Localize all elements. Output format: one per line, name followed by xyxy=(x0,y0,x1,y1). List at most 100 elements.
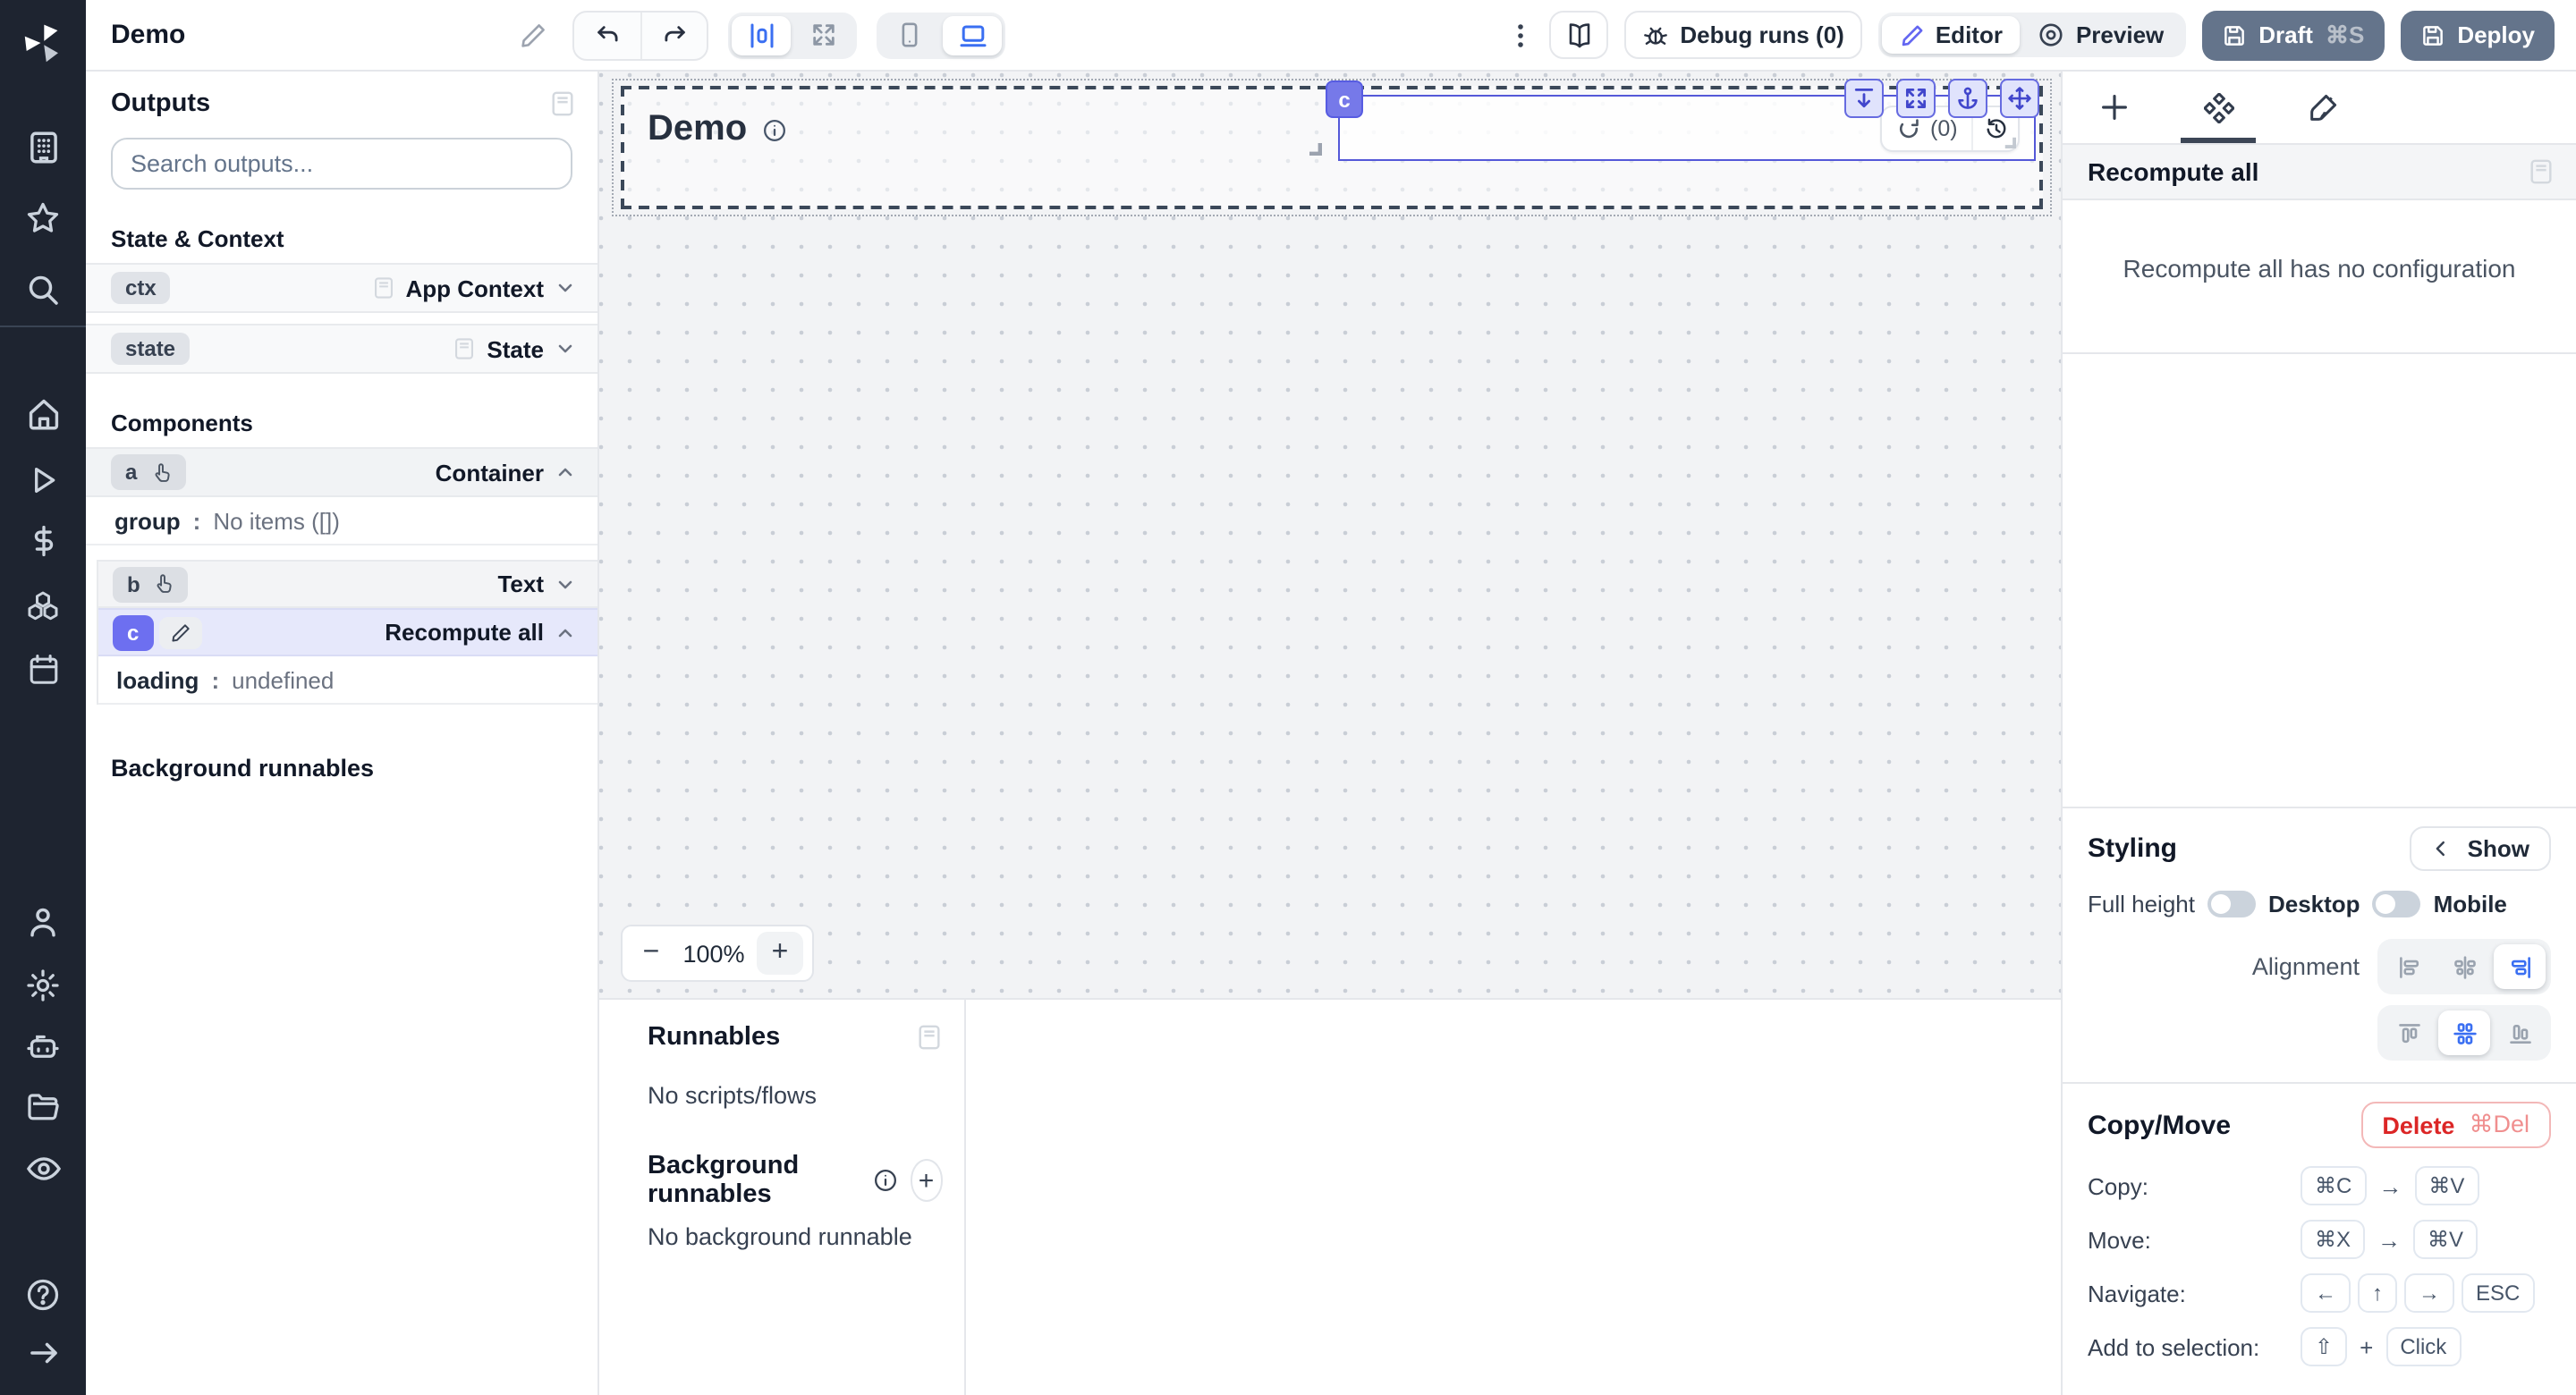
app-canvas[interactable]: Demo c xyxy=(599,72,2061,998)
vertical-align-group xyxy=(2377,1005,2551,1061)
outputs-search[interactable] xyxy=(111,138,572,190)
docs-book-button[interactable] xyxy=(1549,11,1608,59)
styling-brush-tab[interactable] xyxy=(2270,72,2374,143)
components-section-label: Components xyxy=(111,410,572,436)
workspace-icon[interactable] xyxy=(21,125,64,168)
chevron-down-icon[interactable] xyxy=(555,338,576,359)
align-right-button[interactable] xyxy=(2494,944,2546,989)
align-top-button[interactable] xyxy=(2383,1010,2435,1055)
show-styling-button[interactable]: Show xyxy=(2411,826,2551,871)
full-height-label: Full height xyxy=(2088,891,2195,917)
edit-title-pencil-icon[interactable] xyxy=(519,21,547,49)
add-background-runnable-button[interactable]: + xyxy=(910,1159,943,1202)
user-icon[interactable] xyxy=(21,901,64,944)
home-icon[interactable] xyxy=(21,392,64,435)
component-settings-tab[interactable] xyxy=(2166,72,2270,143)
help-icon[interactable] xyxy=(21,1273,64,1316)
ctx-row[interactable]: ctx App Context xyxy=(86,263,597,313)
editor-center: Demo c xyxy=(599,72,2061,1395)
settings-panel: Recompute all Recompute all has no confi… xyxy=(2061,72,2576,1395)
desktop-toggle[interactable] xyxy=(2373,891,2421,917)
component-b-row[interactable]: b Text xyxy=(98,560,597,608)
audit-eye-icon[interactable] xyxy=(21,1146,64,1189)
component-a-row[interactable]: a Container xyxy=(86,447,597,497)
align-center-horizontal-button[interactable] xyxy=(2438,944,2490,989)
preview-tab[interactable]: Preview xyxy=(2021,16,2182,54)
group-value: No items ([]) xyxy=(213,507,340,534)
expand-rail-arrow-icon[interactable] xyxy=(21,1331,64,1374)
loading-output-row[interactable]: loading : undefined xyxy=(98,656,597,705)
draft-button[interactable]: Draft ⌘S xyxy=(2201,10,2384,60)
widget-resize-handle[interactable] xyxy=(2004,136,2017,148)
plus-sep: + xyxy=(2360,1333,2373,1360)
editor-tab[interactable]: Editor xyxy=(1882,16,2021,54)
info-icon[interactable] xyxy=(761,117,786,142)
undo-button[interactable] xyxy=(574,12,640,58)
kbd-up-arrow: ↑ xyxy=(2358,1273,2397,1313)
resources-cubes-icon[interactable] xyxy=(21,585,64,628)
mobile-view-button[interactable] xyxy=(880,15,939,55)
zoom-out-button[interactable]: − xyxy=(631,932,671,975)
delete-shortcut: ⌘Del xyxy=(2469,1111,2529,1139)
component-a-badge: a xyxy=(111,454,185,490)
align-middle-button[interactable] xyxy=(2438,1010,2490,1055)
runnables-doc-icon[interactable] xyxy=(916,1023,943,1052)
full-height-toggle[interactable] xyxy=(2207,891,2256,917)
outputs-doc-icon[interactable] xyxy=(549,89,576,118)
kbd-click: Click xyxy=(2385,1327,2461,1366)
windmill-logo-icon[interactable] xyxy=(0,0,86,86)
info-icon[interactable] xyxy=(872,1168,897,1193)
settings-gear-icon[interactable] xyxy=(21,964,64,1007)
favorites-star-icon[interactable] xyxy=(21,197,64,240)
move-button[interactable] xyxy=(2000,79,2039,118)
group-output-row[interactable]: group : No items ([]) xyxy=(86,497,597,545)
styling-title: Styling xyxy=(2088,833,2177,864)
align-left-button[interactable] xyxy=(2383,944,2435,989)
move-shortcut-row: Move: ⌘X → ⌘V xyxy=(2088,1213,2551,1266)
insert-component-tab[interactable] xyxy=(2063,72,2166,143)
background-runnables-label: Background runnables xyxy=(111,755,572,782)
chevron-down-icon[interactable] xyxy=(555,573,576,595)
chevron-up-icon[interactable] xyxy=(555,461,576,483)
schedules-calendar-icon[interactable] xyxy=(21,647,64,690)
align-bottom-button[interactable] xyxy=(2494,1010,2546,1055)
variables-dollar-icon[interactable] xyxy=(21,519,64,562)
kbd-paste: ⌘V xyxy=(2413,1220,2478,1259)
delete-button[interactable]: Delete ⌘Del xyxy=(2360,1102,2551,1148)
bottom-panel: Runnables No scripts/flows Background ru… xyxy=(599,998,2061,1395)
redo-button[interactable] xyxy=(640,12,707,58)
delete-label: Delete xyxy=(2382,1112,2454,1138)
debug-runs-button[interactable]: Debug runs (0) xyxy=(1624,11,1861,59)
kebab-menu-icon[interactable] xyxy=(1508,21,1533,49)
expand-down-button[interactable] xyxy=(1844,79,1884,118)
desktop-view-button[interactable] xyxy=(943,15,1002,55)
zoom-in-button[interactable]: + xyxy=(757,932,803,975)
chevron-up-icon[interactable] xyxy=(555,621,576,643)
outputs-search-input[interactable] xyxy=(131,150,553,177)
canvas-heading-text: Demo xyxy=(648,109,747,150)
pencil-icon xyxy=(158,616,201,648)
state-row[interactable]: state State xyxy=(86,324,597,374)
full-width-layout-button[interactable] xyxy=(794,15,853,55)
component-c-badge: c xyxy=(113,614,153,650)
fullscreen-button[interactable] xyxy=(1896,79,1936,118)
chevron-down-icon[interactable] xyxy=(555,277,576,299)
ctx-badge: ctx xyxy=(111,272,171,304)
text-resize-handle[interactable] xyxy=(1308,141,1322,156)
component-doc-icon[interactable] xyxy=(2528,157,2555,186)
runs-play-icon[interactable] xyxy=(21,458,64,501)
search-icon[interactable] xyxy=(21,268,64,311)
preview-label: Preview xyxy=(2076,21,2164,48)
component-c-tag[interactable]: c xyxy=(1326,80,1363,118)
centered-layout-button[interactable] xyxy=(732,15,791,55)
copy-move-title: Copy/Move xyxy=(2088,1110,2231,1140)
deploy-button[interactable]: Deploy xyxy=(2400,10,2555,60)
app-title: Demo xyxy=(111,20,185,50)
folders-icon[interactable] xyxy=(21,1086,64,1129)
component-c-row-selected[interactable]: c Recompute all xyxy=(98,608,597,656)
canvas-text-component[interactable]: Demo xyxy=(648,109,786,150)
add-selection-label: Add to selection: xyxy=(2088,1333,2301,1360)
anchor-button[interactable] xyxy=(1948,79,1987,118)
draft-label: Draft xyxy=(2258,21,2313,48)
workers-robot-icon[interactable] xyxy=(21,1025,64,1068)
